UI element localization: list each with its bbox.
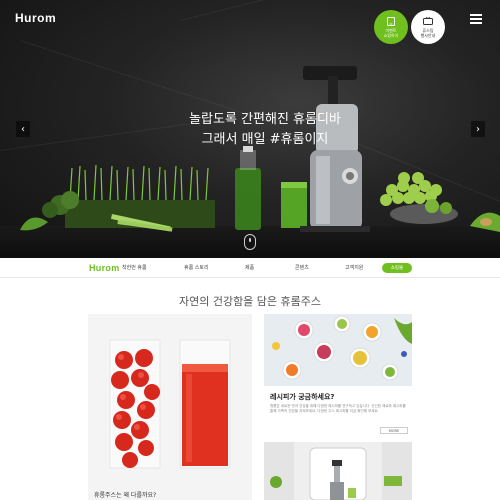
juicer-product-card[interactable] <box>264 442 412 500</box>
hero-headline-line2: 그래서 매일 #휴롬이지 <box>201 132 329 147</box>
juice-glasses-image <box>109 339 231 469</box>
hamburger-menu-icon[interactable] <box>470 14 482 24</box>
chevron-right-icon[interactable]: › <box>471 121 485 137</box>
shop-mall-button[interactable]: 쇼핑몰 <box>382 263 412 273</box>
recipe-more-button[interactable]: MORE <box>380 427 408 434</box>
recipe-more-label: MORE <box>388 428 400 433</box>
chevron-left-icon[interactable]: ‹ <box>16 121 30 137</box>
event-shop-button[interactable]: 이벤트 쇼핑하기 <box>374 10 408 44</box>
juice-difference-card[interactable]: 휴롬주스는 왜 다를까요? <box>88 314 252 500</box>
shop-mall-label: 쇼핑몰 <box>390 266 404 271</box>
section-title: 자연의 건강함을 담은 휴롬주스 <box>178 295 322 308</box>
recipe-image <box>264 314 412 386</box>
recipe-description: 휴롬은 새로운 맛과 건강을 위해 다양한 레시피를 연구하고 있습니다. 신선… <box>270 404 406 413</box>
nav-item-products[interactable]: 제품 <box>245 264 254 271</box>
mouse-scroll-icon[interactable] <box>244 234 256 250</box>
event-shop-label: 이벤트 쇼핑하기 <box>383 27 399 38</box>
tv-icon <box>423 16 433 25</box>
nav-item-contents[interactable]: 콘텐츠 <box>295 264 309 271</box>
recipe-card[interactable]: 레시피가 궁금하세요? 휴롬은 새로운 맛과 건강을 위해 다양한 레시피를 연… <box>264 314 412 438</box>
juicer-product-image <box>264 442 412 500</box>
event-info-label: 휴스팅 행사안내 <box>420 27 436 38</box>
hero-headline-line1: 놀랍도록 간편해진 휴롬디바 <box>189 112 341 127</box>
juice-difference-caption: 휴롬주스는 왜 다를까요? <box>94 492 157 499</box>
tablet-icon <box>387 16 395 26</box>
recipe-title: 레시피가 궁금하세요? <box>270 393 335 401</box>
nav-item-support[interactable]: 고객지원 <box>345 264 363 271</box>
nav-logo[interactable]: Hurom <box>89 263 120 273</box>
recipe-juices-image <box>264 314 412 386</box>
nav-item-story[interactable]: 휴롬 스토리 <box>184 264 209 271</box>
hero-banner: Hurom 이벤트 쇼핑하기 휴스팅 행사안내 놀랍도록 간편해진 휴롬디바 그… <box>0 0 500 258</box>
hero-headline: 놀랍도록 간편해진 휴롬디바 그래서 매일 #휴롬이지 <box>150 110 380 150</box>
main-navbar: Hurom 착한번 휴롬 휴롬 스토리 제품 콘텐츠 고객지원 쇼핑몰 <box>0 258 500 278</box>
event-info-button[interactable]: 휴스팅 행사안내 <box>411 10 445 44</box>
nav-item-brand[interactable]: 착한번 휴롬 <box>122 264 147 271</box>
brand-logo[interactable]: Hurom <box>15 11 56 25</box>
